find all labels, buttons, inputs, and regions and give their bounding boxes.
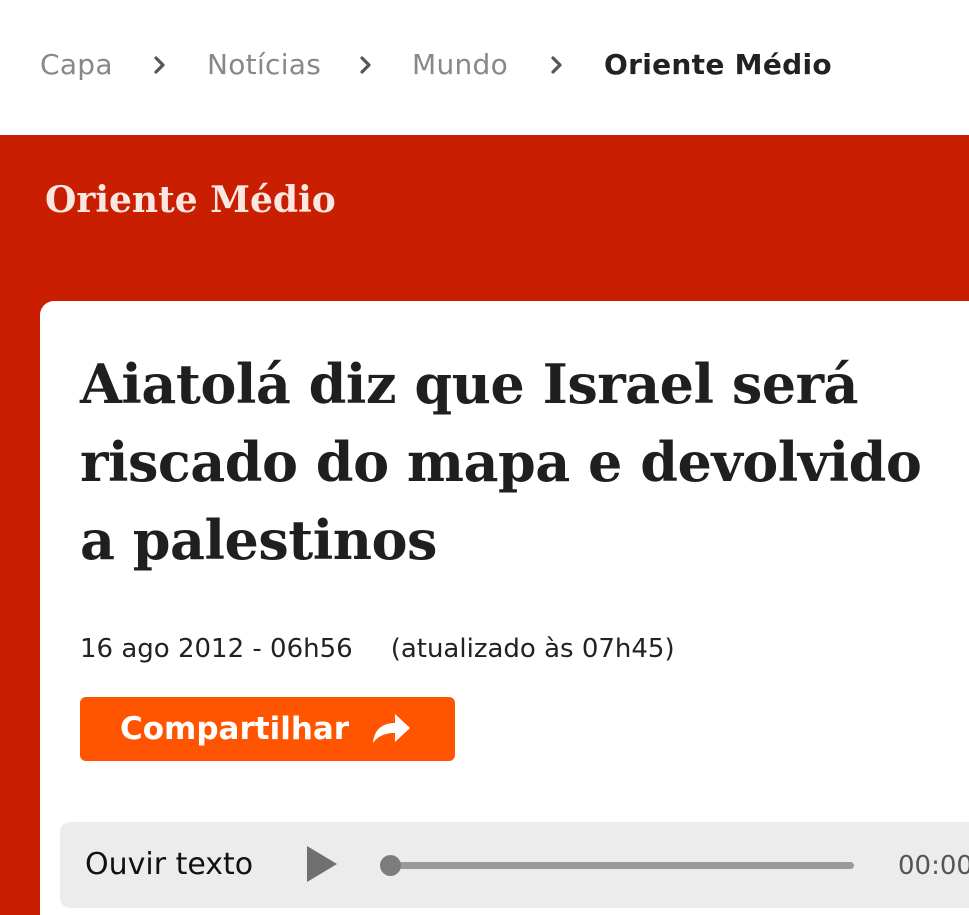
breadcrumb: Capa Notícias Mundo Oriente Médio: [0, 0, 969, 135]
section-title[interactable]: Oriente Médio: [45, 178, 336, 222]
chevron-right-icon: [547, 55, 567, 75]
chevron-right-icon: [356, 55, 376, 75]
audio-time: 00:00: [898, 851, 969, 881]
breadcrumb-item-noticias[interactable]: Notícias: [207, 46, 321, 84]
audio-progress-bar[interactable]: [380, 855, 854, 876]
audio-player: Ouvir texto 00:00: [60, 822, 969, 908]
share-button[interactable]: Compartilhar: [80, 697, 455, 761]
share-button-label: Compartilhar: [120, 711, 350, 747]
breadcrumb-item-mundo[interactable]: Mundo: [412, 46, 508, 84]
chevron-right-icon: [150, 55, 170, 75]
article-card: Aiatolá diz que Israel será riscado do m…: [40, 301, 969, 915]
play-icon[interactable]: [304, 844, 340, 884]
share-arrow-icon: [369, 710, 413, 748]
audio-player-label: Ouvir texto: [85, 847, 254, 882]
publish-date: 16 ago 2012 - 06h56: [80, 634, 353, 664]
article-headline: Aiatolá diz que Israel será riscado do m…: [80, 352, 922, 572]
audio-progress-thumb[interactable]: [380, 855, 401, 876]
breadcrumb-item-capa[interactable]: Capa: [40, 46, 113, 84]
updated-date: (atualizado às 07h45): [390, 634, 675, 664]
article-meta: 16 ago 2012 - 06h56 (atualizado às 07h45): [80, 633, 675, 665]
breadcrumb-item-current: Oriente Médio: [604, 48, 832, 81]
